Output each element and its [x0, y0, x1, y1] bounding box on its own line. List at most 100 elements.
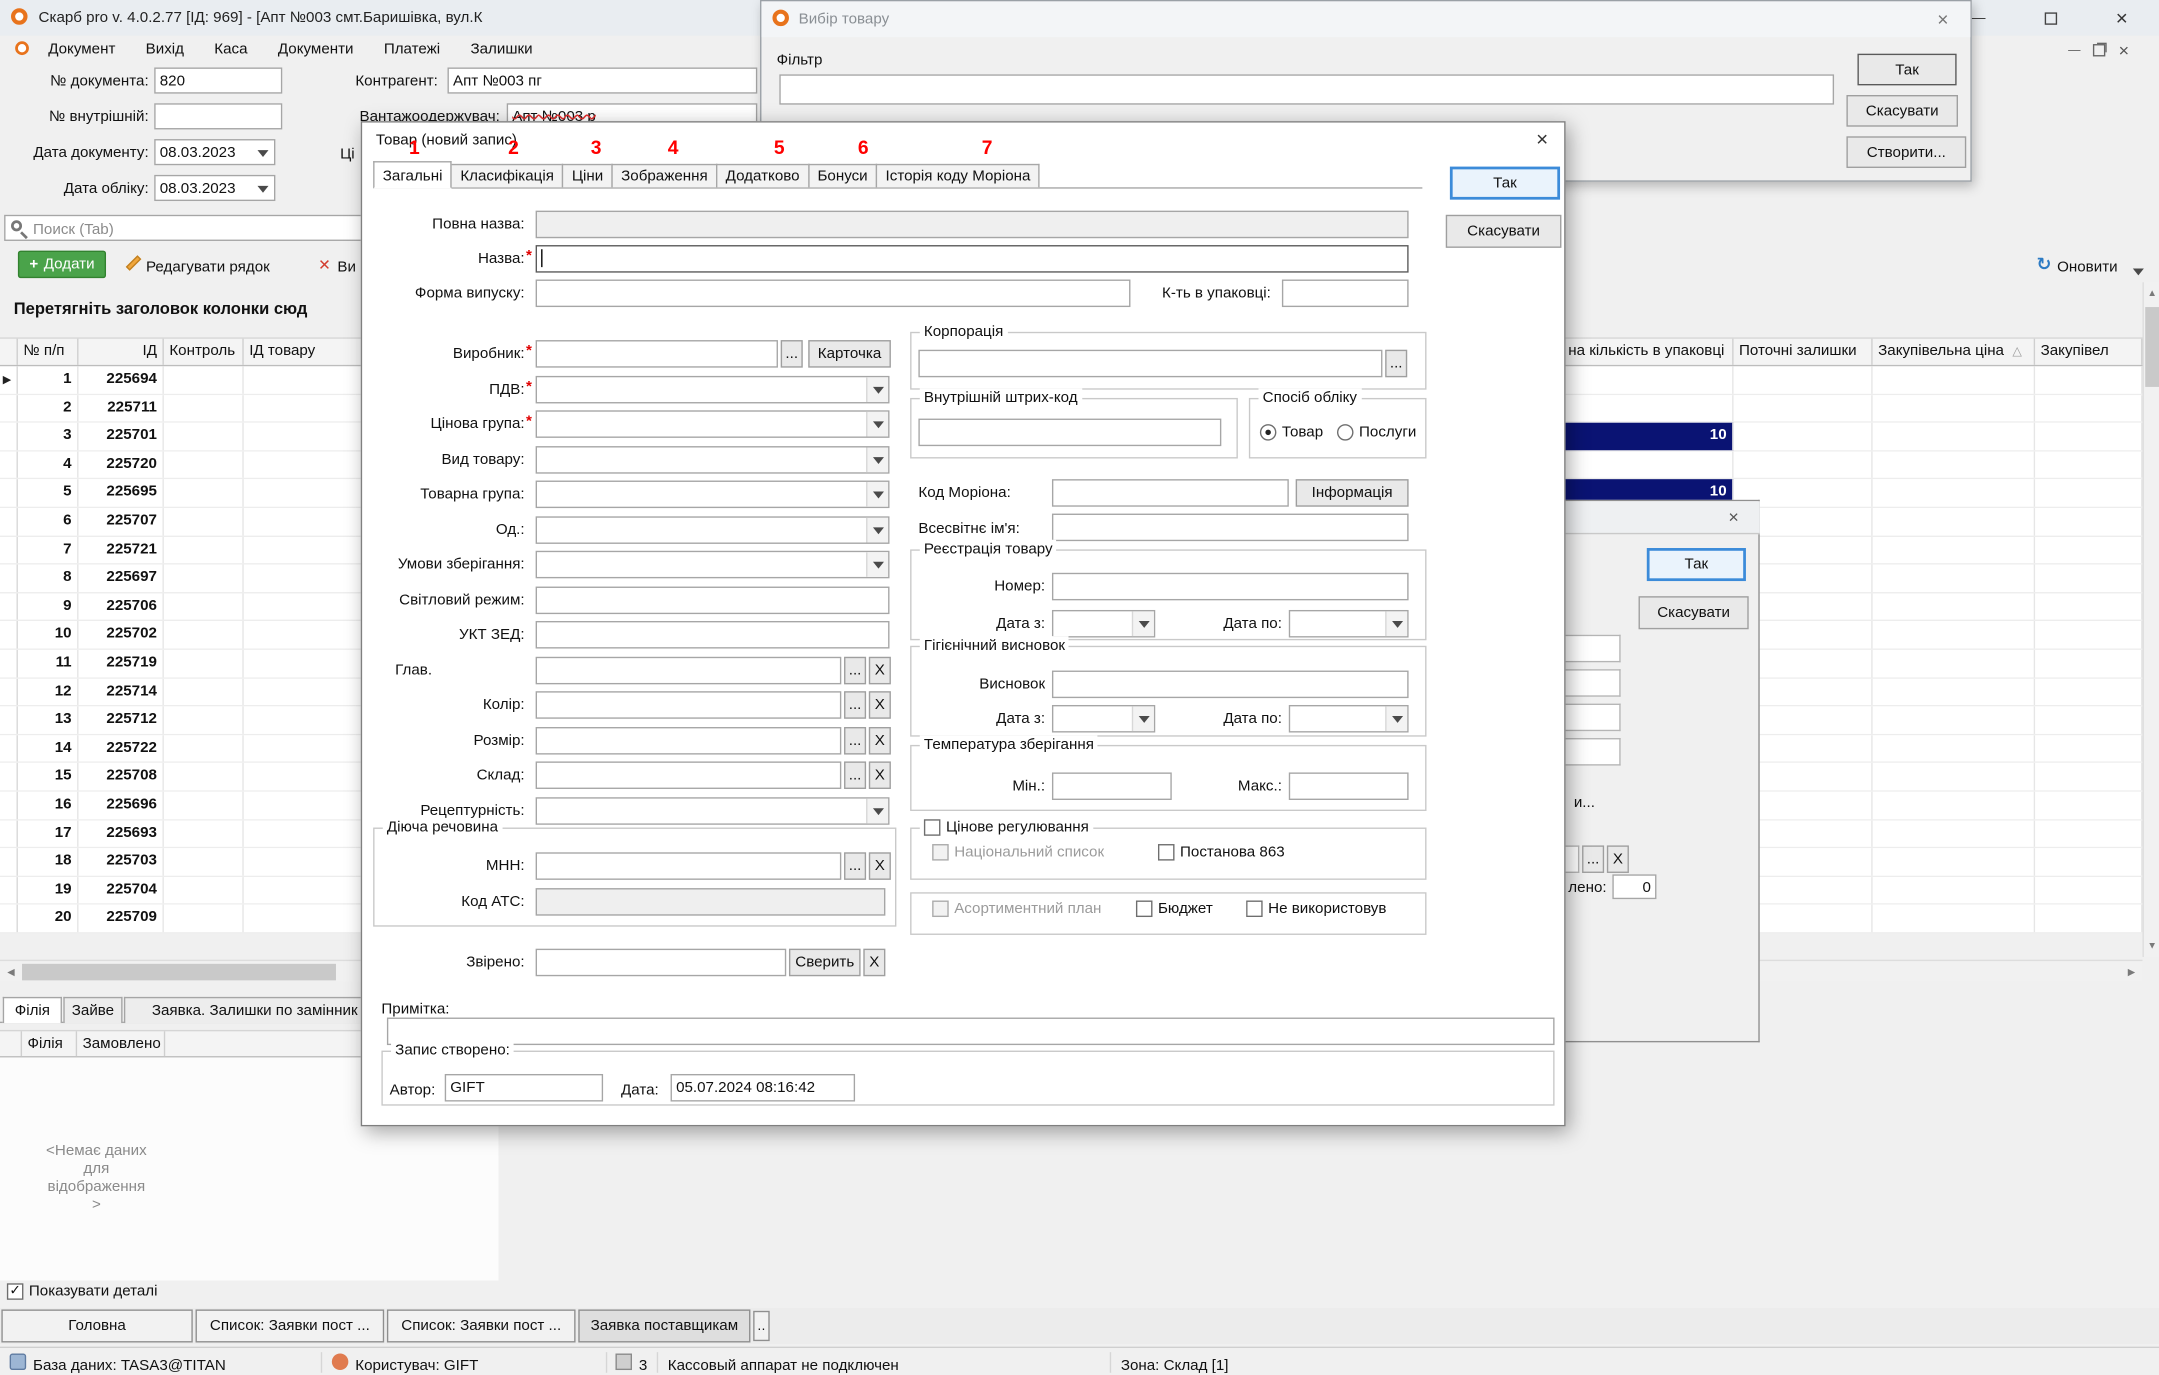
menu-item-3[interactable]: Документи: [263, 36, 369, 64]
mdi-restore-icon[interactable]: [2087, 39, 2110, 61]
window-tab-1[interactable]: Список: Заявки пост ...: [196, 1309, 385, 1342]
mnn-field[interactable]: [536, 852, 842, 880]
column-header-current-stock[interactable]: Поточні залишки: [1734, 339, 1873, 365]
ok-button[interactable]: Так: [1857, 54, 1956, 86]
internal-number-field[interactable]: [154, 103, 282, 129]
temp-max-field[interactable]: [1289, 772, 1409, 800]
verified-field[interactable]: [536, 949, 787, 977]
bottom-tab-1[interactable]: Зайве: [63, 997, 122, 1023]
table-row[interactable]: 10: [1563, 423, 2143, 451]
corporation-lookup-button[interactable]: ...: [1385, 350, 1407, 378]
lookup-button[interactable]: ...: [1582, 845, 1604, 873]
services-radio[interactable]: Послуги: [1337, 424, 1416, 441]
add-row-button[interactable]: +Додати: [18, 251, 106, 279]
table-row[interactable]: [1563, 395, 2143, 423]
goods-radio[interactable]: Товар: [1260, 424, 1323, 441]
bottom-tab-0[interactable]: Філія: [3, 997, 62, 1023]
refresh-dropdown-icon[interactable]: [2133, 268, 2144, 280]
column-header-purchase-price[interactable]: Закупівельна ціна △: [1873, 339, 2035, 365]
budget-checkbox[interactable]: Бюджет: [1136, 901, 1213, 918]
ok-button[interactable]: Так: [1450, 167, 1560, 200]
scroll-up-icon[interactable]: ▲: [2144, 285, 2159, 302]
delete-row-button[interactable]: Ви: [337, 257, 356, 276]
glav-lookup-button[interactable]: ...: [844, 657, 866, 685]
tab-3[interactable]: Ціни: [562, 164, 613, 187]
column-header-npp[interactable]: № п/п: [18, 339, 79, 365]
ukt-zed-field[interactable]: [536, 621, 890, 649]
scroll-down-icon[interactable]: ▼: [2144, 938, 2159, 955]
show-details-checkbox[interactable]: ✓ Показувати деталі: [7, 1283, 158, 1300]
vertical-scrollbar[interactable]: ▲ ▼: [2142, 282, 2159, 957]
price-regulation-checkbox[interactable]: Цінове регулювання: [920, 818, 1093, 837]
not-used-checkbox[interactable]: Не використовув: [1246, 901, 1386, 918]
cancel-button[interactable]: Скасувати: [1639, 596, 1749, 629]
color-clear-button[interactable]: X: [869, 691, 891, 719]
cancel-button[interactable]: Скасувати: [1446, 215, 1562, 248]
tab-6[interactable]: Бонуси: [808, 164, 877, 187]
clear-button[interactable]: X: [1607, 845, 1629, 873]
bottom-tab-2[interactable]: Заявка. Залишки по замінник: [124, 997, 386, 1023]
tab-5[interactable]: Додатково: [716, 164, 809, 187]
pack-qty-field[interactable]: [1282, 280, 1409, 308]
table-row[interactable]: [1563, 366, 2143, 394]
window-tab-2[interactable]: Список: Заявки пост ...: [387, 1309, 576, 1342]
world-name-field[interactable]: [1052, 514, 1409, 542]
verified-clear-button[interactable]: X: [863, 949, 885, 977]
reg-date-to-select[interactable]: [1289, 610, 1409, 638]
doc-number-field[interactable]: 820: [154, 67, 282, 93]
column-header-branch[interactable]: Філія: [22, 1031, 77, 1056]
product-kind-select[interactable]: [536, 446, 890, 474]
mdi-minimize-icon[interactable]: —: [2063, 39, 2086, 61]
contractor-field[interactable]: Апт №003 пг: [447, 67, 757, 93]
mdi-close-icon[interactable]: ×: [2112, 39, 2135, 61]
column-header-pack-qty[interactable]: на кількість в упаковці: [1563, 339, 1734, 365]
filter-input[interactable]: [779, 74, 1834, 104]
column-header-ordered[interactable]: Замовлено: [77, 1031, 165, 1056]
glav-field[interactable]: [536, 657, 842, 685]
table-row[interactable]: [1563, 451, 2143, 479]
storage-conditions-select[interactable]: [536, 551, 890, 579]
menu-item-5[interactable]: Залишки: [455, 36, 547, 64]
column-header-purchase-cut[interactable]: Закупівел: [2035, 339, 2142, 365]
decree-863-checkbox[interactable]: Постанова 863: [1158, 844, 1285, 861]
info-button[interactable]: Інформація: [1296, 479, 1409, 507]
morion-code-field[interactable]: [1052, 479, 1289, 507]
close-icon[interactable]: ×: [1925, 6, 1961, 34]
mnn-clear-button[interactable]: X: [869, 852, 891, 880]
size-lookup-button[interactable]: ...: [844, 727, 866, 755]
maximize-icon[interactable]: [2032, 4, 2068, 32]
color-field[interactable]: [536, 691, 842, 719]
temp-min-field[interactable]: [1052, 772, 1172, 800]
account-date-field[interactable]: 08.03.2023: [154, 175, 275, 201]
unit-select[interactable]: [536, 516, 890, 544]
ok-button[interactable]: Так: [1647, 548, 1746, 581]
scroll-right-icon[interactable]: ▶: [2123, 964, 2140, 981]
producer-card-button[interactable]: Карточка: [808, 340, 891, 368]
prescription-select[interactable]: [536, 797, 890, 825]
close-icon[interactable]: ×: [1526, 125, 1559, 153]
hyg-date-from-select[interactable]: [1052, 705, 1155, 733]
conclusion-field[interactable]: [1052, 671, 1409, 699]
window-tab-3[interactable]: Заявка поставщикам: [578, 1309, 750, 1342]
create-button[interactable]: Створити...: [1846, 136, 1966, 168]
menu-item-2[interactable]: Каса: [199, 36, 263, 64]
close-icon[interactable]: ×: [2104, 4, 2140, 32]
verify-button[interactable]: Сверить: [789, 949, 861, 977]
menu-item-4[interactable]: Платежі: [369, 36, 456, 64]
name-field[interactable]: [536, 245, 1409, 273]
edit-row-button[interactable]: Редагувати рядок: [146, 257, 270, 276]
cancel-button[interactable]: Скасувати: [1846, 95, 1958, 127]
corporation-field[interactable]: [918, 350, 1382, 378]
refresh-button[interactable]: Оновити: [2057, 257, 2117, 276]
hyg-date-to-select[interactable]: [1289, 705, 1409, 733]
tab-4[interactable]: Зображення: [612, 164, 718, 187]
producer-lookup-button[interactable]: ...: [781, 340, 803, 368]
window-tab-grip[interactable]: ‥: [753, 1311, 770, 1341]
doc-date-field[interactable]: 08.03.2023: [154, 139, 275, 165]
vat-select[interactable]: [536, 376, 890, 404]
barcode-field[interactable]: [918, 419, 1221, 447]
size-field[interactable]: [536, 727, 842, 755]
close-icon[interactable]: ×: [1721, 505, 1746, 527]
note-field[interactable]: [387, 1018, 1555, 1046]
light-mode-field[interactable]: [536, 587, 890, 615]
